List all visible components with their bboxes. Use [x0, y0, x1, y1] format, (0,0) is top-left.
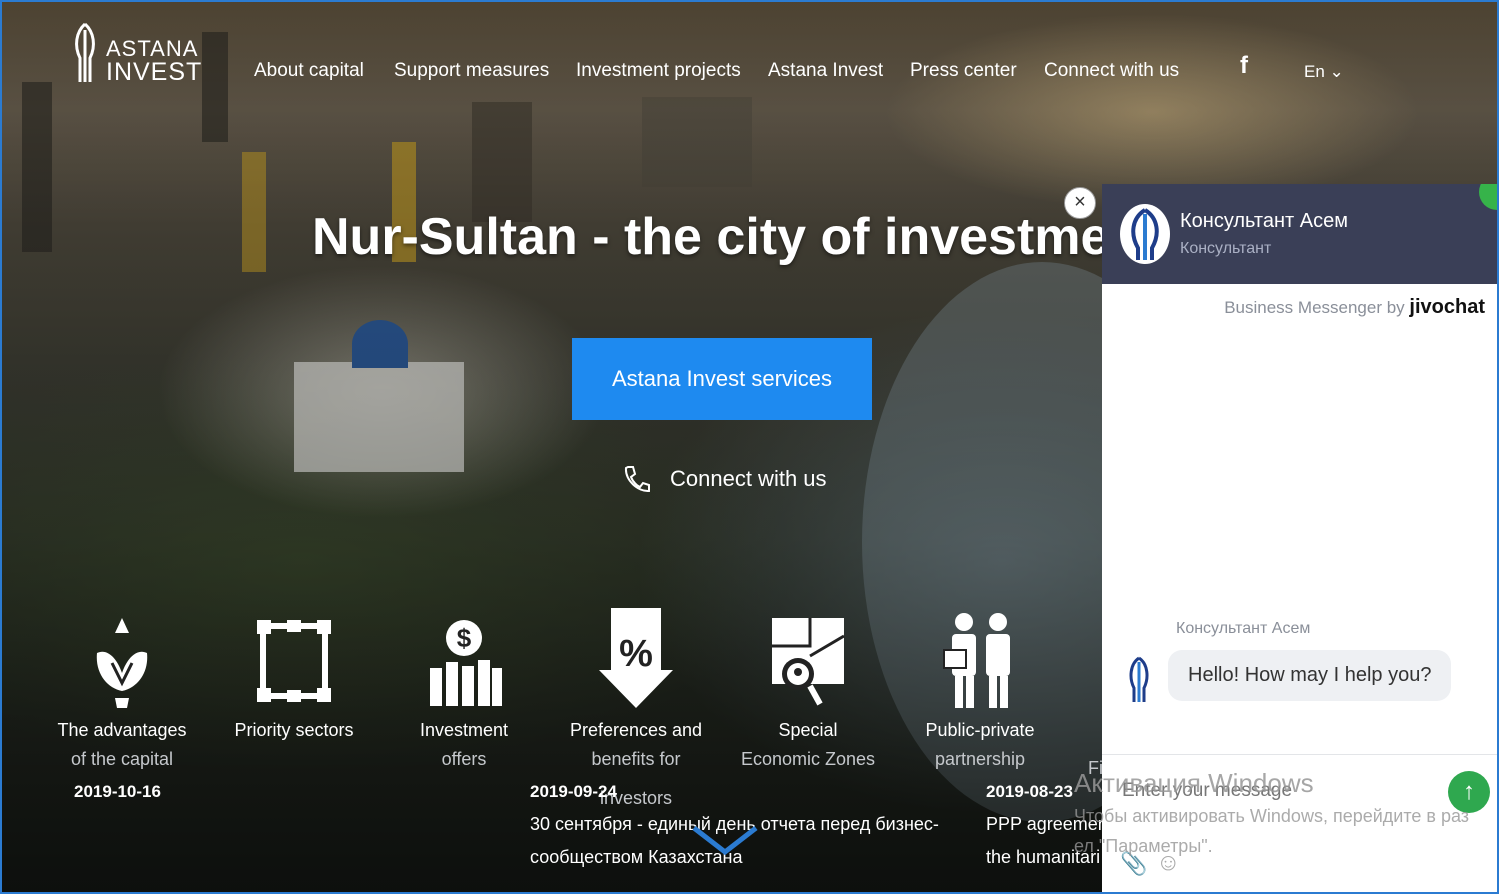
phone-icon — [624, 466, 650, 493]
news-date: 2019-10-16 — [74, 782, 161, 801]
nav-item-connect-with-us[interactable]: Connect with us — [1044, 60, 1179, 82]
people-icon — [943, 613, 1010, 708]
news-date: 2019-09-24 — [530, 782, 617, 801]
map-pin-icon — [772, 618, 845, 706]
brand-prefix: Business Messenger by — [1224, 298, 1405, 317]
feature-subtitle: offers — [441, 749, 487, 769]
feature-title: Priority sectors — [234, 720, 354, 740]
feature-investment-offers[interactable]: $ Investment offers — [378, 608, 550, 770]
feature-advantages[interactable]: The advantages of the capital — [36, 608, 208, 770]
page-frame: ASTANA INVEST About capital Support meas… — [0, 0, 1499, 894]
nav-item-support-measures[interactable]: Support measures — [394, 60, 549, 82]
agent-avatar-icon — [1131, 208, 1159, 260]
jivochat-branding[interactable]: Business Messenger by jivochat — [1224, 296, 1485, 319]
windows-activation-text: Чтобы активировать Windows, перейдите в … — [1074, 806, 1470, 826]
chat-close-button[interactable]: × — [1064, 187, 1096, 219]
feature-preferences[interactable]: % Preferences and benefits for — [550, 608, 722, 770]
astana-invest-logo[interactable]: ASTANA INVEST — [66, 22, 201, 86]
feature-priority-sectors[interactable]: Priority sectors — [208, 608, 380, 741]
svg-text:%: % — [619, 633, 653, 675]
frame-icon — [257, 620, 331, 702]
chat-header: Консультант Асем Консультант — [1102, 184, 1497, 284]
agent-role: Консультант — [1180, 240, 1272, 257]
feature-title: Special — [778, 720, 838, 740]
percent-arrow-icon: % — [599, 608, 673, 708]
chevron-down-icon: ⌄ — [1329, 62, 1344, 81]
logo-text-line2: INVEST — [106, 58, 203, 86]
logo-mark-icon — [75, 22, 95, 82]
language-selector[interactable]: En ⌄ — [1304, 62, 1344, 82]
nav-item-astana-invest[interactable]: Astana Invest — [768, 60, 883, 82]
feature-subtitle: Economic Zones — [740, 749, 876, 769]
language-label: En — [1304, 62, 1325, 81]
online-status-indicator — [1479, 184, 1497, 210]
dollar-chart-icon: $ — [430, 620, 502, 706]
windows-activation-text: ел "Параметры". — [1074, 836, 1213, 856]
nav-item-press-center[interactable]: Press center — [910, 60, 1017, 82]
feature-title: Preferences and — [569, 720, 703, 740]
facebook-icon[interactable]: f — [1240, 52, 1248, 80]
agent-name: Консультант Асем — [1180, 210, 1348, 232]
feature-title: Investment — [419, 720, 509, 740]
message-sender: Консультант Асем — [1176, 620, 1311, 637]
feature-ppp[interactable]: Public-private partnership — [894, 608, 1066, 770]
windows-activation-title: Активация Windows — [1074, 768, 1314, 798]
astana-invest-services-button[interactable]: Astana Invest services — [572, 338, 872, 420]
arrow-up-icon: ↑ — [1463, 778, 1475, 805]
nav-item-about-capital[interactable]: About capital — [254, 60, 364, 82]
lotus-icon — [96, 618, 148, 708]
scroll-down-chevron-icon[interactable] — [690, 824, 760, 856]
connect-with-us-link[interactable]: Connect with us — [622, 464, 827, 494]
feature-economic-zones[interactable]: Special Economic Zones — [722, 608, 894, 770]
news-item[interactable]: 2019-10-16 — [74, 782, 161, 802]
nav-item-investment-projects[interactable]: Investment projects — [576, 60, 741, 82]
feature-subtitle: of the capital — [70, 749, 174, 769]
brand-name: jivochat — [1409, 296, 1485, 318]
agent-avatar — [1120, 204, 1170, 264]
feature-title: Public-private — [925, 720, 1035, 740]
svg-text:$: $ — [457, 623, 472, 653]
feature-title: The advantages — [57, 720, 187, 740]
message-bubble: Hello! How may I help you? — [1168, 650, 1452, 701]
feature-subtitle: benefits for — [591, 749, 681, 769]
hero-title: Nur-Sultan - the city of investment — [312, 208, 1159, 266]
message-avatar-icon — [1129, 656, 1149, 702]
connect-label: Connect with us — [670, 466, 827, 491]
feature-subtitle: partnership — [934, 749, 1026, 769]
